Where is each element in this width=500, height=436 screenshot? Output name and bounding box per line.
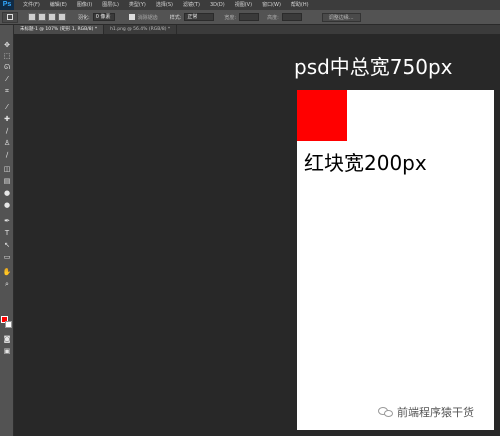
width-label: 宽度: (224, 14, 237, 21)
eraser-tool-icon[interactable]: ◫ (2, 165, 12, 173)
gradient-tool-icon[interactable]: ▤ (2, 177, 12, 185)
menu-select[interactable]: 选择(S) (151, 0, 178, 10)
tool-preset-picker[interactable] (2, 11, 18, 23)
screen-mode-icon[interactable]: ▣ (2, 347, 12, 355)
red-rectangle-layer[interactable] (297, 90, 347, 141)
red-block-annotation: 红块宽200px (304, 151, 427, 175)
menu-help[interactable]: 帮助(H) (286, 0, 314, 10)
quick-mask-icon[interactable]: ◙ (2, 335, 12, 343)
healing-brush-tool-icon[interactable]: ✚ (2, 115, 12, 123)
history-brush-tool-icon[interactable]: ∕ (2, 151, 12, 159)
eyedropper-tool-icon[interactable]: ⁄ (2, 103, 12, 111)
wechat-icon (378, 406, 394, 418)
style-select[interactable]: 正常 (184, 13, 215, 21)
options-bar: 羽化: 0 像素 消除锯齿 样式: 正常 宽度: 高度: 调整边缘... (0, 10, 500, 25)
wechat-watermark: 前端程序猿干货 (378, 404, 474, 420)
menu-edit[interactable]: 编辑(E) (45, 0, 72, 10)
pen-tool-icon[interactable]: ✒ (2, 217, 12, 225)
blur-tool-icon[interactable]: ● (2, 189, 12, 197)
crop-tool-icon[interactable]: ⌗ (2, 87, 12, 95)
document-tab-bar: 未标题-1 @ 107% (矩形 1, RGB/8) * h1.png @ 56… (14, 25, 500, 34)
menu-window[interactable]: 窗口(W) (257, 0, 286, 10)
brush-tool-icon[interactable]: ∕ (2, 127, 12, 135)
style-label: 样式: (169, 14, 182, 21)
quick-select-tool-icon[interactable]: ⁄ (2, 75, 12, 83)
hand-tool-icon[interactable]: ✋ (2, 268, 12, 276)
add-selection-button[interactable] (38, 13, 46, 21)
marquee-tool-icon[interactable]: ⬚ (2, 52, 12, 60)
lasso-tool-icon[interactable]: ᘏ (2, 63, 12, 71)
tab-document-2[interactable]: h1.png @ 56.4% (RGB/8) * (104, 25, 178, 34)
height-label: 高度: (267, 14, 279, 21)
menu-file[interactable]: 文件(F) (18, 0, 45, 10)
menu-layer[interactable]: 图层(L) (97, 0, 124, 10)
path-select-tool-icon[interactable]: ↖ (2, 241, 12, 249)
width-input[interactable] (239, 13, 260, 21)
feather-label: 羽化: (78, 14, 90, 21)
toolbox: ✥ ⬚ ᘏ ⁄ ⌗ ⁄ ✚ ∕ ♙ ∕ ◫ ▤ ● ● ✒ T ↖ ▭ ✋ ⌕ … (0, 25, 14, 436)
move-tool-icon[interactable]: ✥ (2, 41, 12, 49)
selection-modes (28, 13, 66, 21)
photoshop-logo: Ps (0, 0, 14, 10)
subtract-selection-button[interactable] (48, 13, 56, 21)
menu-image[interactable]: 图像(I) (72, 0, 97, 10)
menu-type[interactable]: 类型(Y) (124, 0, 151, 10)
marquee-icon (7, 14, 13, 20)
menu-items: 文件(F) 编辑(E) 图像(I) 图层(L) 类型(Y) 选择(S) 滤镜(T… (18, 0, 314, 10)
tab-document-1[interactable]: 未标题-1 @ 107% (矩形 1, RGB/8) * (14, 25, 105, 34)
watermark-text: 前端程序猿干货 (397, 406, 474, 419)
document-canvas[interactable] (297, 90, 494, 430)
menu-bar: Ps 文件(F) 编辑(E) 图像(I) 图层(L) 类型(Y) 选择(S) 滤… (0, 0, 500, 10)
intersect-selection-button[interactable] (58, 13, 66, 21)
menu-view[interactable]: 视图(V) (230, 0, 257, 10)
dodge-tool-icon[interactable]: ● (2, 201, 12, 209)
zoom-tool-icon[interactable]: ⌕ (2, 280, 12, 288)
refine-edge-button[interactable]: 调整边缘... (321, 12, 361, 22)
background-color-swatch[interactable] (5, 321, 12, 328)
shape-tool-icon[interactable]: ▭ (2, 253, 12, 261)
menu-filter[interactable]: 滤镜(T) (178, 0, 205, 10)
antialias-checkbox[interactable] (128, 14, 135, 20)
canvas-title-annotation: psd中总宽750px (294, 55, 453, 79)
feather-input[interactable]: 0 像素 (92, 13, 115, 21)
menu-3d[interactable]: 3D(D) (205, 0, 230, 10)
clone-stamp-tool-icon[interactable]: ♙ (2, 139, 12, 147)
new-selection-button[interactable] (28, 13, 36, 21)
antialias-label: 消除锯齿 (137, 14, 158, 21)
type-tool-icon[interactable]: T (2, 229, 12, 237)
height-input[interactable] (281, 13, 302, 21)
